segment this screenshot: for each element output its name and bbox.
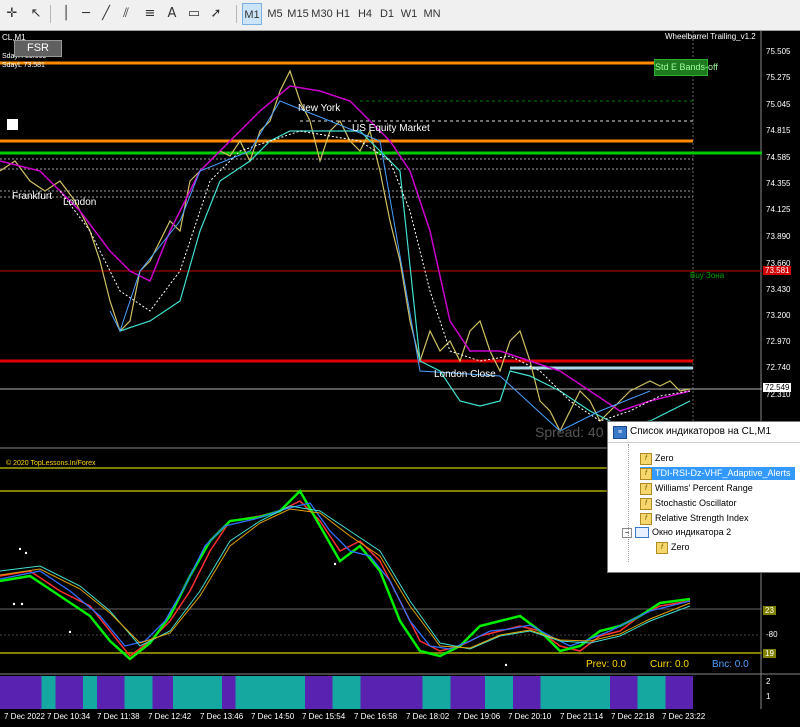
- tree-item-label: TDI-RSI-Dz-VHF_Adaptive_Alerts: [655, 468, 791, 478]
- price-tick: 75.045: [766, 100, 791, 109]
- tree-item-label: Zero: [655, 453, 674, 463]
- session-new-york: New York: [298, 103, 341, 114]
- checkbox[interactable]: [7, 119, 18, 130]
- time-tick: 7 Dec 11:38: [97, 712, 140, 721]
- timeframe-m5-button[interactable]: M5: [265, 3, 285, 25]
- time-tick: 7 Dec 10:34: [47, 712, 91, 721]
- buy-zone-label: Buy Зона: [690, 271, 725, 280]
- spread-label: Spread: 40: [535, 424, 604, 440]
- price-tick: 73.200: [766, 311, 791, 320]
- function-icon: f: [656, 541, 668, 554]
- sub-tick: 1: [766, 692, 771, 701]
- std-bands-button[interactable]: Std E Bands-off: [654, 59, 718, 76]
- indicator-name-label: Wheelbarrel Trailing_v1.2: [665, 32, 756, 41]
- arrow-icon[interactable]: ➚: [206, 4, 226, 24]
- tree-item-zero[interactable]: f Zero: [640, 452, 674, 465]
- tree-item-stochastic[interactable]: f Stochastic Oscillator: [640, 497, 737, 510]
- subwindow-icon: [635, 527, 649, 539]
- price-tick: 74.585: [766, 153, 791, 162]
- fibonacci-icon[interactable]: ≡: [140, 4, 160, 24]
- tree-item-rsi[interactable]: f Relative Strength Index: [640, 512, 749, 525]
- tree-item-label: Relative Strength Index: [655, 513, 749, 523]
- sub-tick: 2: [766, 677, 771, 686]
- sub-tick: -80: [766, 630, 778, 639]
- price-tick: 73.430: [766, 285, 791, 294]
- toolbar-separator: [236, 5, 237, 23]
- histogram-bar: [0, 676, 693, 709]
- tree-item-label: Stochastic Oscillator: [655, 498, 737, 508]
- sub-tag-bottom: 19: [763, 649, 776, 658]
- function-icon: f: [640, 512, 652, 525]
- vertical-line-icon[interactable]: │: [56, 4, 76, 24]
- dialog-title-text: Список индикаторов на CL,M1: [630, 426, 772, 437]
- session-frankfurt: Frankfurt: [12, 191, 53, 202]
- price-tick: 74.815: [766, 126, 791, 135]
- tree-item-williams[interactable]: f Williams' Percent Range: [640, 482, 753, 495]
- timeframe-h1-button[interactable]: H1: [334, 3, 352, 25]
- fsr-button[interactable]: FSR: [14, 40, 62, 57]
- session-london-close: London Close: [434, 369, 496, 380]
- current-price-tag: 72.549: [763, 383, 792, 392]
- tree-line: [628, 444, 630, 562]
- time-tick: 7 Dec 12:42: [148, 712, 192, 721]
- red-price-tag: 73.581: [763, 266, 792, 275]
- price-tick: 73.890: [766, 232, 791, 241]
- sday-low-label: SdayL 73.581: [2, 62, 45, 69]
- dialog-title: ≡ Список индикаторов на CL,M1: [608, 422, 800, 443]
- indicator-list-icon: ≡: [613, 426, 627, 439]
- function-icon: f: [640, 452, 652, 465]
- time-tick: 7 Dec 18:02: [406, 712, 450, 721]
- tree-item-zero-2[interactable]: f Zero: [656, 541, 690, 554]
- function-icon: f: [640, 497, 652, 510]
- copyright-label: © 2020 TopLessons.In/Forex: [6, 460, 96, 467]
- trendline-icon[interactable]: ╱: [96, 4, 116, 24]
- horizontal-line-icon[interactable]: ─: [76, 4, 96, 24]
- timeframe-d1-button[interactable]: D1: [378, 3, 396, 25]
- curr-label: Curr: 0.0: [650, 659, 689, 670]
- time-tick: 7 Dec 13:46: [200, 712, 244, 721]
- session-us-equity: US Equity Market: [352, 123, 430, 134]
- function-icon: f: [640, 467, 652, 480]
- price-tick: 75.275: [766, 73, 791, 82]
- timeframe-mn-button[interactable]: MN: [422, 3, 442, 25]
- price-tick: 74.125: [766, 205, 791, 214]
- bnc-label: Bnc: 0.0: [712, 659, 749, 670]
- tree-item-label: Окно индикатора 2: [652, 527, 732, 537]
- time-tick: 7 Dec 21:14: [560, 712, 604, 721]
- price-tick: 72.970: [766, 337, 791, 346]
- tree-item-tdi[interactable]: f TDI-RSI-Dz-VHF_Adaptive_Alerts: [640, 467, 795, 480]
- timeframe-m30-button[interactable]: M30: [311, 3, 333, 25]
- timeframe-m1-button[interactable]: M1: [242, 3, 262, 25]
- time-tick: 7 Dec 20:10: [508, 712, 552, 721]
- label-icon[interactable]: ▭: [184, 4, 204, 24]
- price-tick: 75.505: [766, 47, 791, 56]
- cursor-icon[interactable]: ↖: [26, 4, 46, 24]
- tree-item-label: Williams' Percent Range: [655, 483, 753, 493]
- channel-icon[interactable]: ⫽: [116, 4, 136, 24]
- crosshair-icon[interactable]: ✛: [2, 4, 22, 24]
- toolbar-separator: [50, 5, 51, 23]
- session-london: London: [63, 197, 97, 208]
- collapse-icon[interactable]: −: [622, 527, 632, 538]
- tree-item-label: Zero: [671, 542, 690, 552]
- indicators-dialog[interactable]: ≡ Список индикаторов на CL,M1 f Zero f TDI…: [607, 421, 800, 573]
- timeframe-w1-button[interactable]: W1: [400, 3, 418, 25]
- toolbar: ✛ ↖ │ ─ ╱ ⫽ ≡ A ▭ ➚ M1 M5 M15 M30 H1 H4 …: [0, 0, 800, 31]
- time-tick: 7 Dec 23:22: [662, 712, 706, 721]
- price-tick: 74.355: [766, 179, 791, 188]
- timeframe-m15-button[interactable]: M15: [287, 3, 309, 25]
- time-tick: 7 Dec 22:18: [611, 712, 655, 721]
- time-tick: 7 Dec 15:54: [302, 712, 346, 721]
- sub-tag-top: 23: [763, 606, 776, 615]
- time-tick: 7 Dec 16:58: [354, 712, 398, 721]
- time-tick: 7 Dec 14:50: [251, 712, 295, 721]
- time-tick: 7 Dec 2022: [4, 712, 45, 721]
- time-tick: 7 Dec 19:06: [457, 712, 501, 721]
- prev-label: Prev: 0.0: [586, 659, 627, 670]
- text-icon[interactable]: A: [162, 4, 182, 24]
- function-icon: f: [640, 482, 652, 495]
- price-tick: 72.740: [766, 363, 791, 372]
- tree-item-window-2[interactable]: − Окно индикатора 2: [622, 526, 731, 539]
- timeframe-h4-button[interactable]: H4: [356, 3, 374, 25]
